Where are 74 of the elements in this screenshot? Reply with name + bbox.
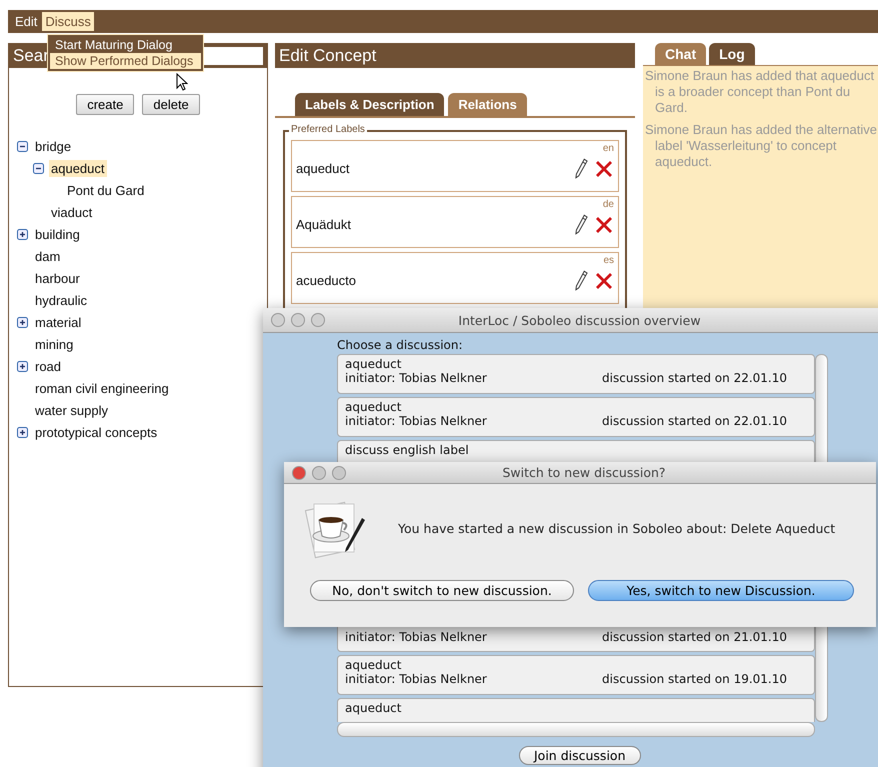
initiator-text: initiator: Tobias Nelkner bbox=[345, 630, 487, 644]
label-text: Aquädukt bbox=[296, 217, 352, 232]
window-title: InterLoc / Soboleo discussion overview bbox=[457, 312, 702, 328]
pencil-icon[interactable] bbox=[575, 270, 588, 291]
expand-icon[interactable] bbox=[17, 360, 28, 372]
log-message: Simone Braun has added that aqueduct is a broader concept than Pont du Gard. bbox=[645, 68, 876, 116]
tab[interactable]: Relations bbox=[448, 93, 527, 116]
tab[interactable]: Chat bbox=[655, 43, 706, 65]
dialog-button[interactable]: No, don't switch to new discussion. bbox=[310, 580, 574, 601]
dialog-button[interactable]: Yes, switch to new Discussion. bbox=[588, 580, 854, 601]
collapse-icon[interactable] bbox=[33, 162, 44, 174]
tree-item[interactable]: water supply bbox=[33, 402, 110, 418]
discussion-title: discuss english label bbox=[345, 443, 470, 457]
collapse-icon[interactable] bbox=[17, 140, 28, 152]
language-code: es bbox=[603, 255, 614, 266]
discussion-item[interactable]: aqueduct initiator: Tobias Nelkner discussion started on 22.01.10 bbox=[337, 397, 815, 437]
language-code: en bbox=[602, 143, 614, 154]
start-date: discussion started on 22.01.10 bbox=[602, 414, 787, 428]
window-control[interactable] bbox=[292, 466, 306, 480]
label-text: acueducto bbox=[296, 273, 357, 288]
discussion-title: aqueduct bbox=[345, 357, 402, 371]
delete-icon[interactable] bbox=[594, 158, 614, 178]
menu-item[interactable]: Show Performed Dialogs bbox=[50, 53, 201, 69]
horizontal-scrollbar[interactable] bbox=[337, 722, 815, 737]
panel-title: Sear bbox=[13, 46, 49, 66]
start-date: discussion started on 19.01.10 bbox=[602, 672, 787, 686]
tree-item[interactable]: mining bbox=[33, 336, 76, 352]
dialog-message: You have started a new discussion in Soboleo about: Delete Aqueduct bbox=[398, 520, 836, 536]
tree-item[interactable]: prototypical concepts bbox=[33, 424, 160, 440]
action-button[interactable]: create bbox=[76, 94, 134, 115]
tree-item[interactable]: dam bbox=[33, 248, 62, 264]
menu-item[interactable]: Edit bbox=[12, 12, 40, 31]
discussion-item[interactable]: aqueduct initiator: Tobias Nelkner discussion started on 22.01.10 bbox=[337, 354, 815, 394]
action-button[interactable]: delete bbox=[142, 94, 200, 115]
start-date: discussion started on 21.01.10 bbox=[602, 630, 787, 644]
expand-icon[interactable] bbox=[17, 228, 28, 240]
discussion-title: aqueduct bbox=[345, 701, 402, 715]
tree-item[interactable]: bridge bbox=[33, 138, 74, 154]
tree-item[interactable]: harbour bbox=[33, 270, 82, 286]
tree-item[interactable]: hydraulic bbox=[33, 292, 90, 308]
tree-item[interactable]: aqueduct bbox=[49, 160, 106, 176]
expand-icon[interactable] bbox=[17, 426, 28, 438]
initiator-text: initiator: Tobias Nelkner bbox=[345, 414, 487, 428]
initiator-text: initiator: Tobias Nelkner bbox=[345, 672, 487, 686]
prompt-text: Choose a discussion: bbox=[337, 338, 464, 354]
pencil-icon[interactable] bbox=[575, 158, 588, 179]
log-message: Simone Braun has added the alternative label 'Wasserleitung' to concept aqueduct. bbox=[645, 122, 878, 170]
pencil-icon[interactable] bbox=[575, 214, 588, 235]
window-title: Switch to new discussion? bbox=[501, 465, 667, 480]
panel-title: Edit Concept bbox=[279, 46, 376, 66]
tab[interactable]: Log bbox=[709, 43, 755, 65]
delete-icon[interactable] bbox=[594, 214, 614, 234]
menu-item[interactable]: Start Maturing Dialog bbox=[50, 37, 201, 53]
initiator-text: initiator: Tobias Nelkner bbox=[345, 371, 487, 385]
tree-item[interactable]: Pont du Gard bbox=[65, 182, 146, 198]
group-title: Preferred Labels bbox=[289, 124, 367, 135]
tab[interactable]: Labels & Description bbox=[295, 93, 444, 116]
discussion-item[interactable]: aqueduct bbox=[337, 698, 815, 722]
join-button[interactable]: Join discussion bbox=[519, 746, 640, 765]
tree-item[interactable]: roman civil engineering bbox=[33, 380, 171, 396]
delete-icon[interactable] bbox=[594, 270, 614, 290]
pointer-icon bbox=[176, 73, 188, 91]
tree-item[interactable]: viaduct bbox=[49, 204, 94, 220]
start-date: discussion started on 22.01.10 bbox=[602, 371, 787, 385]
menu-item[interactable]: Discuss bbox=[42, 12, 94, 31]
discussion-title: aqueduct bbox=[345, 658, 402, 672]
expand-icon[interactable] bbox=[17, 316, 28, 328]
tree-item[interactable]: road bbox=[33, 358, 64, 374]
tree-item[interactable]: material bbox=[33, 314, 84, 330]
label-text: aqueduct bbox=[296, 161, 350, 176]
discussion-title: aqueduct bbox=[345, 400, 402, 414]
discussion-item[interactable]: aqueduct initiator: Tobias Nelkner discussion started on 19.01.10 bbox=[337, 655, 815, 695]
language-code: de bbox=[602, 199, 614, 210]
tree-item[interactable]: building bbox=[33, 226, 82, 242]
